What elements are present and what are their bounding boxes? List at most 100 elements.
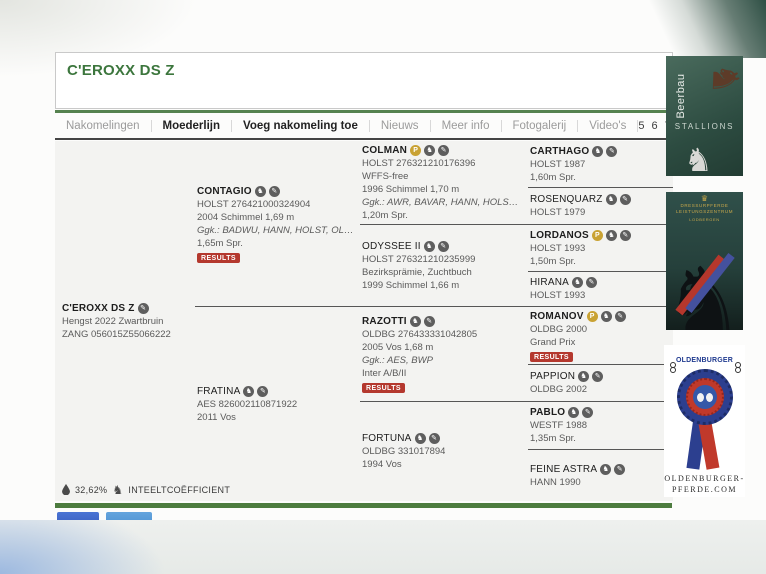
horse-detail-line: WESTF 1988 <box>530 419 587 432</box>
horse-detail-line: 1,60m Spr. <box>530 171 576 184</box>
horse-detail-line: Ggk.: AES, BWP <box>362 354 433 367</box>
horse-name-link[interactable]: COLMAN <box>362 144 407 157</box>
chain-icon <box>670 362 674 372</box>
horse-detail-line: OLDBG 2000 <box>530 323 587 336</box>
tab-nakomelingen[interactable]: Nakomelingen <box>55 120 152 132</box>
horse-detail-line: HOLST 276321210176396 <box>362 157 475 170</box>
horse-detail-line: 1,65m Spr. <box>197 237 243 250</box>
pedigree-cell-pablo: PABLO♞✎WESTF 19881,35m Spr. <box>528 402 673 450</box>
banner-vertical-text: Beerbau <box>675 66 687 126</box>
horse-name-link[interactable]: HIRANA <box>530 276 569 289</box>
horse-name-link[interactable]: FRATINA <box>197 385 240 398</box>
banner-line3: LODBERGEN <box>666 217 743 223</box>
horse-name-link[interactable]: C'EROXX DS Z <box>62 302 135 315</box>
pedigree-icon[interactable]: ♞ <box>424 241 435 252</box>
edit-icon[interactable]: ✎ <box>620 230 631 241</box>
tab-videos[interactable]: Video's <box>578 120 638 132</box>
edit-icon[interactable]: ✎ <box>424 316 435 327</box>
results-badge[interactable]: RESULTS <box>530 352 573 362</box>
tab-voeg-nakomeling-toe[interactable]: Voeg nakomeling toe <box>232 120 370 132</box>
pedigree-cell-fortuna: FORTUNA♞✎OLDBG 3310178941994 Vos <box>360 402 528 501</box>
horse-name-link[interactable]: PAPPION <box>530 370 575 383</box>
horse-name-link[interactable]: CONTAGIO <box>197 185 252 198</box>
banner-line2: LEISTUNGSZENTRUM <box>666 209 743 215</box>
results-badge[interactable]: RESULTS <box>362 383 405 393</box>
pedigree-icon[interactable]: ♞ <box>424 145 435 156</box>
pedigree-icon[interactable]: ♞ <box>568 407 579 418</box>
horse-name-link[interactable]: ROSENQUARZ <box>530 193 603 206</box>
horse-detail-line: Grand Prix <box>530 336 575 349</box>
edit-icon[interactable]: ✎ <box>592 371 603 382</box>
horse-detail-line: Ggk.: BADWU, HANN, HOLST, OLDBG, OS, RHE… <box>197 224 354 237</box>
horse-detail-line: 1,20m Spr. <box>362 209 408 222</box>
edit-icon[interactable]: ✎ <box>615 311 626 322</box>
pedigree-cell-rosenquarz: ROSENQUARZ♞✎HOLST 1979 <box>528 188 673 225</box>
horse-name-link[interactable]: PABLO <box>530 406 565 419</box>
horse-name-link[interactable]: CARTHAGO <box>530 145 589 158</box>
edit-icon[interactable]: ✎ <box>620 194 631 205</box>
banner-oldenburger-ad[interactable]: OLDENBURGER AUKTION OLDENBURGER- PFERDE.… <box>664 345 745 497</box>
pedigree-icon[interactable]: ♞ <box>606 230 617 241</box>
pedigree-cell-razotti: RAZOTTI♞✎OLDBG 2764333310428052005 Vos 1… <box>360 307 528 402</box>
pedigree-cell-carthago: CARTHAGO♞✎HOLST 19871,60m Spr. <box>528 141 673 188</box>
pedigree-icon[interactable]: ♞ <box>600 464 611 475</box>
horse-name-link[interactable]: RAZOTTI <box>362 315 407 328</box>
horse-detail-line: Bezirksprämie, Zuchtbuch <box>362 266 472 279</box>
edit-icon[interactable]: ✎ <box>438 241 449 252</box>
pedigree-cell-colman: COLMANP♞✎HOLST 276321210176396WFFS-free 1… <box>360 141 528 225</box>
tab-fotogalerij[interactable]: Fotogalerij <box>502 120 579 132</box>
pedigree-icon[interactable]: ♞ <box>572 277 583 288</box>
horse-detail-line: HOLST 1993 <box>530 242 585 255</box>
pedigree-cell-feine-astra: FEINE ASTRA♞✎HANN 1990 <box>528 450 673 501</box>
pedigree-cell-hirana: HIRANA♞✎HOLST 1993 <box>528 272 673 307</box>
page-link-6[interactable]: 6 <box>651 120 657 132</box>
horse-detail-line: 2005 Vos 1,68 m <box>362 341 433 354</box>
inbreeding-row: 32,62% ♞ INTEELTCOËFFICIENT <box>62 484 230 495</box>
horse-name-link[interactable]: LORDANOS <box>530 229 589 242</box>
horse-detail-line: OLDBG 331017894 <box>362 445 445 458</box>
drop-icon <box>62 484 70 495</box>
premium-icon: P <box>592 230 603 241</box>
banner-lodbergen-ad[interactable]: ♛ DRESSURPFERDE LEISTUNGSZENTRUM LODBERG… <box>666 192 743 330</box>
edit-icon[interactable]: ✎ <box>606 146 617 157</box>
tab-moederlijn[interactable]: Moederlijn <box>152 120 233 132</box>
horse-name-link[interactable]: FEINE ASTRA <box>530 463 597 476</box>
edit-icon[interactable]: ✎ <box>257 386 268 397</box>
edit-icon[interactable]: ✎ <box>138 303 149 314</box>
rosette-center-emblem <box>693 385 717 409</box>
edit-icon[interactable]: ✎ <box>614 464 625 475</box>
page-link-5[interactable]: 5 <box>638 120 644 132</box>
pedigree-icon[interactable]: ♞ <box>243 386 254 397</box>
pedigree-icon[interactable]: ♞ <box>578 371 589 382</box>
banner-stallions-ad[interactable]: ♞ Beerbau STALLIONS ♞ <box>666 56 743 176</box>
edit-icon[interactable]: ✎ <box>429 433 440 444</box>
bottom-fade <box>0 520 766 574</box>
inbreeding-label: INTEELTCOËFFICIENT <box>128 485 230 495</box>
pedigree-icon[interactable]: ♞ <box>601 311 612 322</box>
premium-icon: P <box>410 145 421 156</box>
tab-nieuws[interactable]: Nieuws <box>370 120 431 132</box>
horse-detail-line: AES 826002110871922 <box>197 398 297 411</box>
pedigree-icon[interactable]: ♞ <box>592 146 603 157</box>
edit-icon[interactable]: ✎ <box>269 186 280 197</box>
edit-icon[interactable]: ✎ <box>586 277 597 288</box>
horse-name-link[interactable]: FORTUNA <box>362 432 412 445</box>
grey-horse-image: ♞ <box>684 146 713 174</box>
pedigree-cell-sire: CONTAGIO♞✎HOLST 2764210003249042004 Schi… <box>195 141 360 307</box>
results-badge[interactable]: RESULTS <box>197 253 240 263</box>
pedigree-icon[interactable]: ♞ <box>606 194 617 205</box>
tab-meer-info[interactable]: Meer info <box>431 120 502 132</box>
horse-detail-line: ZANG 056015Z55066222 <box>62 328 171 341</box>
pedigree-icon[interactable]: ♞ <box>255 186 266 197</box>
edit-icon[interactable]: ✎ <box>438 145 449 156</box>
pedigree-icon[interactable]: ♞ <box>415 433 426 444</box>
pedigree-cell-lordanos: LORDANOSP♞✎HOLST 19931,50m Spr. <box>528 225 673 272</box>
pedigree-cell-dam: FRATINA♞✎AES 8260021108719222011 Vos <box>195 307 360 501</box>
horse-name-link[interactable]: ROMANOV <box>530 310 584 323</box>
edit-icon[interactable]: ✎ <box>582 407 593 418</box>
horse-name-link[interactable]: ODYSSEE II <box>362 240 421 253</box>
jumping-horse-image: ♞ <box>709 62 740 95</box>
pedigree-icon[interactable]: ♞ <box>410 316 421 327</box>
background-gradient <box>646 0 766 58</box>
horse-detail-line: WFFS-free <box>362 170 408 183</box>
